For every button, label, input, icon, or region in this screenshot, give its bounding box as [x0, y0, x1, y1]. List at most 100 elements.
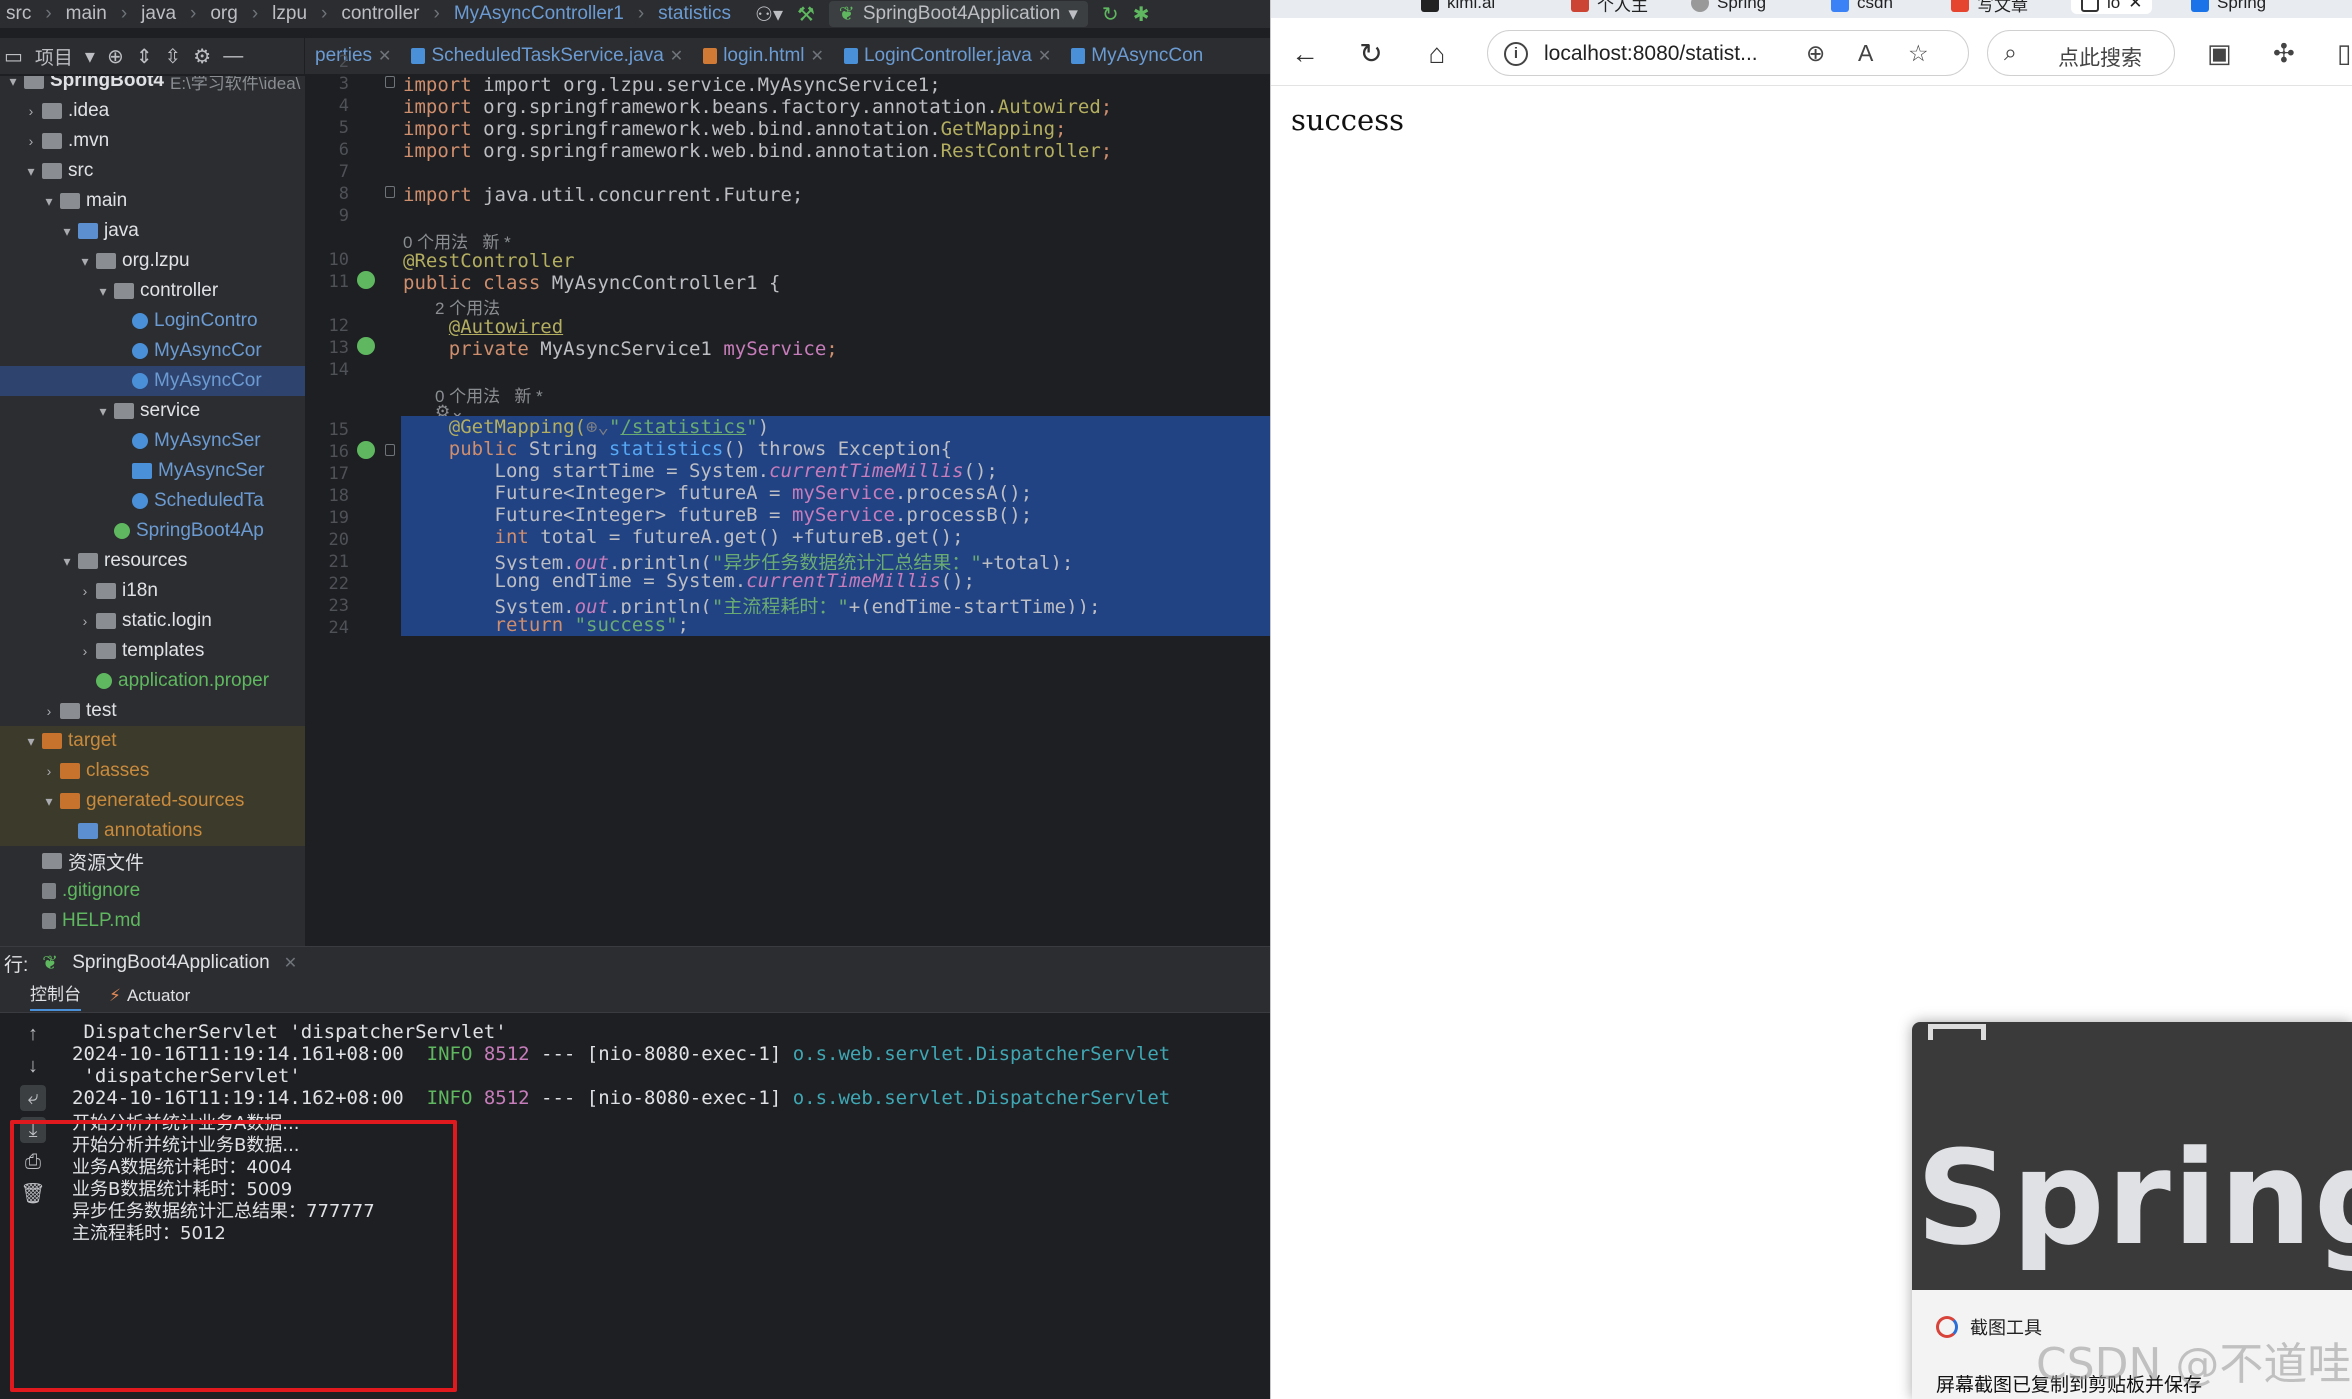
spring-mapping-gutter-icon[interactable] — [357, 441, 375, 459]
gear-icon[interactable]: ⚙ — [193, 44, 211, 69]
minimize-icon[interactable]: — — [223, 45, 243, 68]
favorite-star-icon[interactable]: ☆ — [1908, 40, 1929, 67]
tree-item[interactable]: annotations — [0, 816, 305, 846]
tab-login-html[interactable]: login.html ✕ — [693, 45, 834, 67]
browser-tab-localhost[interactable]: lo ✕ — [2071, 0, 2153, 14]
scroll-down-icon[interactable]: ↓ — [20, 1053, 46, 1079]
tree-item[interactable]: HELP.md — [0, 906, 305, 936]
tree-item[interactable]: LoginContro — [0, 306, 305, 336]
tree-item[interactable]: › i18n — [0, 576, 305, 606]
breadcrumb-org[interactable]: org — [210, 3, 237, 25]
screenshot-preview[interactable]: Spring — [1912, 1022, 2352, 1290]
close-icon[interactable]: ✕ — [1038, 46, 1051, 66]
chevron-icon[interactable]: ▾ — [76, 253, 94, 270]
close-icon[interactable]: ✕ — [670, 46, 683, 66]
home-icon[interactable]: ⌂ — [1419, 36, 1455, 72]
expand-all-icon[interactable]: ⇕ — [136, 44, 153, 69]
tree-item[interactable]: ScheduledTa — [0, 486, 305, 516]
address-bar[interactable]: i localhost:8080/statist... ⊕ A ☆ — [1487, 30, 1969, 76]
soft-wrap-icon[interactable]: ⤶ — [20, 1085, 46, 1111]
chevron-icon[interactable]: › — [22, 133, 40, 149]
chevron-icon[interactable]: ▾ — [94, 403, 112, 420]
tree-item[interactable]: ▾ resources — [0, 546, 305, 576]
run-tab-label[interactable]: SpringBoot4Application — [72, 952, 270, 974]
breadcrumb-method[interactable]: statistics — [658, 3, 731, 25]
run-config-selector[interactable]: ❦ SpringBoot4Application ▾ — [828, 1, 1088, 27]
tree-item[interactable]: MyAsyncSer — [0, 456, 305, 486]
chevron-icon[interactable]: › — [22, 103, 40, 119]
tab-login-controller[interactable]: LoginController.java ✕ — [834, 45, 1061, 67]
tree-item[interactable]: .gitignore — [0, 876, 305, 906]
fold-icon[interactable] — [385, 186, 395, 198]
fold-icon[interactable] — [385, 76, 395, 88]
tree-item[interactable]: MyAsyncCor — [0, 336, 305, 366]
scroll-up-icon[interactable]: ↑ — [20, 1021, 46, 1047]
tab-console[interactable]: 控制台 — [30, 980, 81, 1011]
collapse-all-icon[interactable]: ⇳ — [165, 44, 182, 69]
build-hammer-icon[interactable]: ⚒ — [797, 2, 815, 27]
code-editor[interactable]: import import org.lzpu.service.MyAsyncSe… — [401, 76, 1270, 946]
usage-hint[interactable]: 0 个用法 新 * — [435, 382, 543, 406]
user-icon[interactable]: ⚇▾ — [755, 2, 783, 27]
site-info-icon[interactable]: i — [1504, 42, 1528, 66]
browser-tab-csdn[interactable]: csdn — [1831, 0, 1893, 14]
tree-item[interactable]: › static.login — [0, 606, 305, 636]
usage-hint[interactable]: 2 个用法 — [435, 294, 500, 318]
spring-bean-gutter-icon[interactable] — [357, 271, 375, 289]
tree-item[interactable]: ▾ controller — [0, 276, 305, 306]
project-panel-header[interactable]: ▭ 项目 ▾ ⊕ ⇕ ⇳ ⚙ — — [0, 38, 305, 74]
chevron-icon[interactable]: ▾ — [4, 76, 22, 90]
tree-item[interactable]: ▾ SpringBoot4 E:\学习软件\idea\ — [0, 76, 305, 96]
debug-bug-icon[interactable]: ✱ — [1133, 2, 1150, 27]
mapping-path-link[interactable]: /statistics — [620, 416, 746, 438]
chevron-icon[interactable]: › — [76, 613, 94, 629]
chevron-icon[interactable]: ▾ — [40, 793, 58, 810]
back-arrow-icon[interactable]: ← — [1287, 36, 1323, 72]
chevron-icon[interactable]: ▾ — [22, 163, 40, 180]
tree-item[interactable]: ▾ generated-sources — [0, 786, 305, 816]
tree-item[interactable]: ▾ main — [0, 186, 305, 216]
browser-tab-kimi[interactable]: kimi.ai — [1421, 0, 1495, 14]
chevron-icon[interactable]: ▾ — [58, 553, 76, 570]
browser-tab-profile[interactable]: 个人主 — [1571, 0, 1648, 15]
chevron-icon[interactable]: › — [40, 703, 58, 719]
tree-item[interactable]: › .idea — [0, 96, 305, 126]
tree-item[interactable]: › .mvn — [0, 126, 305, 156]
chevron-icon[interactable]: ▾ — [94, 283, 112, 300]
search-box[interactable]: ⌕ 点此搜索 — [1987, 30, 2175, 76]
extensions-icon[interactable]: ✣ — [2273, 38, 2295, 69]
tree-item[interactable]: › templates — [0, 636, 305, 666]
breadcrumb-src[interactable]: src — [6, 3, 31, 25]
tree-item[interactable]: › test — [0, 696, 305, 726]
tree-item[interactable]: ▾ target — [0, 726, 305, 756]
tree-item[interactable]: ▾ src — [0, 156, 305, 186]
close-icon[interactable]: ✕ — [2128, 0, 2142, 13]
breadcrumb-controller[interactable]: controller — [341, 3, 419, 25]
close-icon[interactable]: ✕ — [811, 46, 824, 66]
tree-item[interactable]: SpringBoot4Ap — [0, 516, 305, 546]
tree-item[interactable]: › classes — [0, 756, 305, 786]
rerun-icon[interactable]: ↻ — [1102, 2, 1119, 27]
breadcrumb-class[interactable]: MyAsyncController1 — [454, 3, 624, 25]
chevron-icon[interactable]: ▾ — [58, 223, 76, 240]
tab-actuator[interactable]: ⚡ Actuator — [109, 986, 190, 1006]
fold-icon[interactable] — [385, 444, 395, 456]
browser-tab-spring-2[interactable]: Spring — [2191, 0, 2266, 14]
zoom-icon[interactable]: ⊕ — [1806, 40, 1825, 67]
tree-item[interactable]: application.proper — [0, 666, 305, 696]
close-icon[interactable]: ✕ — [378, 46, 391, 66]
split-screen-icon[interactable]: ▣ — [2207, 38, 2232, 69]
locate-icon[interactable]: ⊕ — [107, 44, 124, 69]
chevron-icon[interactable]: › — [76, 583, 94, 599]
reload-icon[interactable]: ↻ — [1353, 36, 1389, 72]
browser-tab-spring[interactable]: Spring — [1691, 0, 1766, 14]
breadcrumb-java[interactable]: java — [141, 3, 176, 25]
tree-item[interactable]: MyAsyncSer — [0, 426, 305, 456]
tree-item[interactable]: MyAsyncCor — [0, 366, 305, 396]
chevron-icon[interactable]: › — [40, 763, 58, 779]
tree-item[interactable]: 资源文件 — [0, 846, 305, 876]
tab-my-async-controller[interactable]: MyAsyncCon — [1061, 45, 1213, 67]
spring-autowired-gutter-icon[interactable] — [357, 337, 375, 355]
chevron-down-icon[interactable]: ▾ — [85, 44, 95, 69]
globe-icon[interactable]: ⊕⌄ — [586, 416, 609, 438]
